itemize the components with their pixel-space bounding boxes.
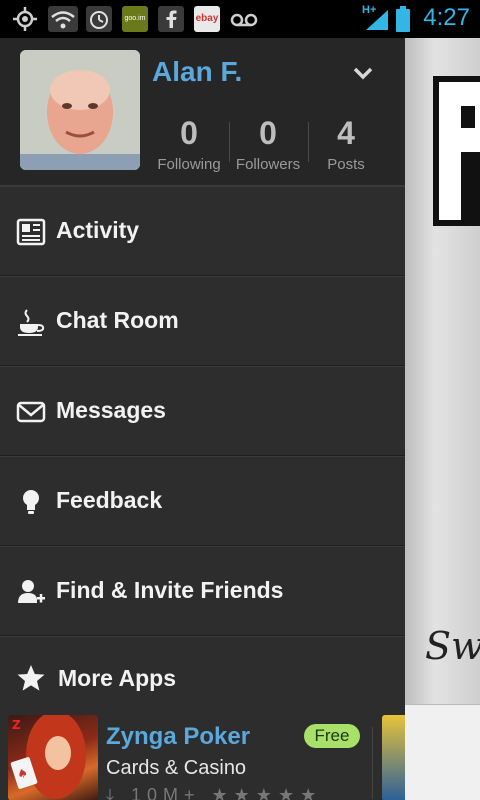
voicemail-icon bbox=[230, 13, 258, 27]
download-icon: ⤓ bbox=[106, 785, 120, 800]
promo-app-thumbnail: ♠ Z bbox=[8, 715, 98, 800]
promo-app-rating: ⤓ 10M+ ★★★★★ bbox=[106, 785, 322, 800]
signal-icon bbox=[366, 10, 388, 30]
newspaper-icon bbox=[16, 218, 46, 246]
svg-text:Z: Z bbox=[12, 718, 21, 732]
gps-icon bbox=[13, 7, 37, 31]
status-bar: goo.im ebay H+ 4:27 bbox=[0, 0, 480, 38]
facebook-icon bbox=[158, 6, 184, 32]
menu-item-chat-room[interactable]: Chat Room bbox=[0, 276, 405, 366]
promo-app-title: Zynga Poker bbox=[106, 723, 251, 750]
envelope-icon bbox=[16, 401, 46, 423]
menu-item-label: Chat Room bbox=[56, 307, 179, 333]
more-apps-section: More Apps ♠ Z Zynga Poker Cards & Casino… bbox=[0, 636, 405, 800]
menu-item-messages[interactable]: Messages bbox=[0, 366, 405, 456]
promo-app-subtitle: Cards & Casino bbox=[106, 757, 247, 779]
stat-value: 4 bbox=[337, 115, 355, 151]
ebay-icon: ebay bbox=[194, 6, 220, 32]
menu-item-find-invite-friends[interactable]: Find & Invite Friends bbox=[0, 546, 405, 636]
app-logo-fragment bbox=[433, 76, 480, 226]
stat-value: 0 bbox=[180, 115, 198, 151]
star-icon bbox=[17, 665, 45, 691]
background-script-text: Swi bbox=[425, 624, 480, 668]
menu-item-label: Activity bbox=[56, 217, 140, 243]
menu-item-label: Feedback bbox=[56, 487, 163, 513]
user-name[interactable]: Alan F. bbox=[152, 56, 242, 88]
avatar[interactable] bbox=[20, 50, 140, 170]
more-apps-label: More Apps bbox=[58, 665, 176, 691]
download-count: 10M+ bbox=[130, 785, 201, 800]
add-person-icon bbox=[18, 580, 45, 603]
menu-item-label: Messages bbox=[56, 397, 166, 423]
lightbulb-icon bbox=[23, 490, 39, 514]
stat-label: Following bbox=[157, 156, 221, 173]
background-app[interactable]: Swi bbox=[405, 38, 480, 800]
wifi-icon bbox=[48, 6, 78, 32]
stat-label: Posts bbox=[327, 156, 365, 173]
alarm-icon bbox=[86, 6, 112, 32]
avatar-portrait bbox=[20, 50, 140, 170]
menu-item-feedback[interactable]: Feedback bbox=[0, 456, 405, 546]
rating-stars: ★★★★★ bbox=[211, 785, 323, 800]
card-character-icon: ♠ Z bbox=[10, 715, 86, 799]
navigation-drawer: Alan F. 0 Following 0 Followers 4 Posts bbox=[0, 38, 405, 800]
chevron-down-icon[interactable] bbox=[352, 62, 374, 84]
stat-label: Followers bbox=[235, 156, 301, 173]
divider bbox=[372, 727, 373, 799]
promo-app-card[interactable]: ♠ Z Zynga Poker Cards & Casino Free ⤓ 10… bbox=[0, 715, 370, 800]
coffee-cup-icon bbox=[18, 309, 45, 336]
stat-following[interactable]: 0 Following bbox=[150, 116, 228, 173]
stat-posts[interactable]: 4 Posts bbox=[307, 116, 385, 173]
stat-followers[interactable]: 0 Followers bbox=[229, 116, 307, 173]
goo-app-icon: goo.im bbox=[122, 6, 148, 32]
next-app-card-peek[interactable] bbox=[382, 715, 405, 800]
price-badge: Free bbox=[304, 724, 360, 748]
menu-item-label: Find & Invite Friends bbox=[56, 577, 284, 603]
battery-icon bbox=[396, 6, 410, 32]
profile-header: Alan F. 0 Following 0 Followers 4 Posts bbox=[0, 38, 405, 186]
stat-value: 0 bbox=[259, 115, 277, 151]
clock: 4:27 bbox=[423, 4, 470, 31]
background-bottom-bar bbox=[405, 704, 480, 800]
menu-item-activity[interactable]: Activity bbox=[0, 186, 405, 276]
